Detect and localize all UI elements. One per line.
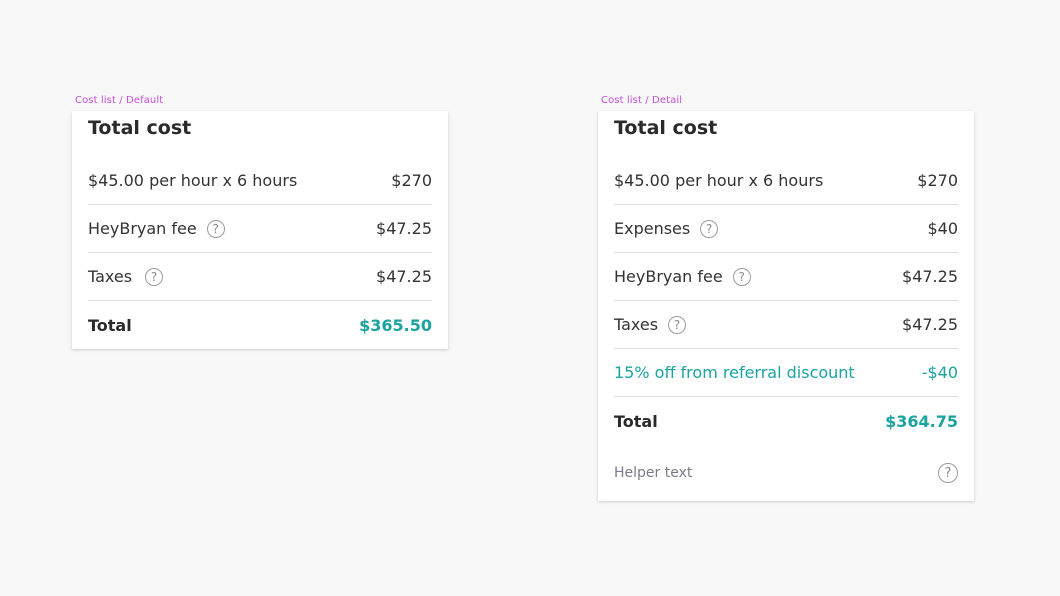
row-label: HeyBryan fee [88, 219, 197, 238]
frame-label-detail: Cost list / Detail [601, 95, 683, 106]
row-label: Taxes [614, 315, 659, 334]
help-icon[interactable]: ? [700, 219, 719, 238]
row-label: $45.00 per hour x 6 hours [88, 171, 298, 190]
total-value: $365.50 [359, 315, 432, 335]
cost-row-hourly: $45.00 per hour x 6 hours $270 [614, 157, 958, 205]
row-label: HeyBryan fee [614, 267, 723, 286]
helper-row: Helper text ? [614, 445, 958, 501]
cost-row-taxes: Taxes ? $47.25 [88, 253, 432, 301]
help-icon[interactable]: ? [206, 219, 225, 238]
discount-label: 15% off from referral discount [614, 363, 855, 382]
row-label: Taxes [88, 267, 133, 286]
cost-list-default-card: Total cost $45.00 per hour x 6 hours $27… [72, 111, 448, 349]
helper-text: Helper text [614, 465, 693, 481]
total-label: Total [614, 411, 658, 431]
cost-row-hourly: $45.00 per hour x 6 hours $270 [88, 157, 432, 205]
row-label: Expenses [614, 219, 691, 238]
cost-row-expenses: Expenses ? $40 [614, 205, 958, 253]
total-value: $364.75 [885, 411, 958, 431]
row-value: $270 [391, 171, 432, 190]
help-icon[interactable]: ? [732, 267, 751, 286]
row-label: $45.00 per hour x 6 hours [614, 171, 824, 190]
cost-row-taxes: Taxes ? $47.25 [614, 301, 958, 349]
frame-label-default: Cost list / Default [75, 95, 164, 106]
cost-row-discount: 15% off from referral discount -$40 [614, 349, 958, 397]
row-value: $47.25 [902, 267, 958, 286]
card-title: Total cost [614, 117, 718, 139]
cost-row-total: Total $364.75 [614, 397, 958, 445]
help-icon[interactable]: ? [145, 267, 164, 286]
row-value: $40 [927, 219, 958, 238]
cost-row-total: Total $365.50 [88, 301, 432, 349]
cost-list-detail-card: Total cost $45.00 per hour x 6 hours $27… [598, 111, 974, 501]
card-title: Total cost [88, 117, 192, 139]
cost-row-fee: HeyBryan fee ? $47.25 [614, 253, 958, 301]
row-value: $47.25 [376, 219, 432, 238]
discount-value: -$40 [921, 363, 958, 382]
row-value: $47.25 [902, 315, 958, 334]
total-label: Total [88, 315, 132, 335]
row-value: $47.25 [376, 267, 432, 286]
help-icon[interactable]: ? [668, 315, 687, 334]
cost-row-fee: HeyBryan fee ? $47.25 [88, 205, 432, 253]
row-value: $270 [917, 171, 958, 190]
help-icon[interactable]: ? [938, 463, 958, 483]
